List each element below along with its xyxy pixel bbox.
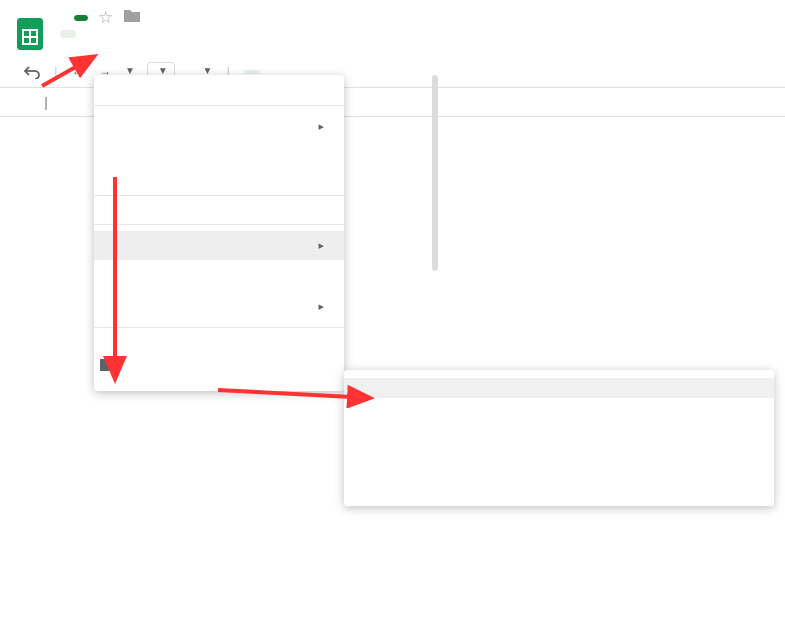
download-csv[interactable] — [344, 458, 774, 478]
sheets-logo-icon[interactable] — [10, 14, 50, 54]
menu-save-as-sheets[interactable] — [94, 202, 344, 218]
download-html[interactable] — [344, 438, 774, 458]
decrease-decimal-button[interactable]: ← — [72, 65, 86, 78]
download-ods[interactable] — [344, 398, 774, 418]
menu-tools[interactable] — [168, 30, 184, 38]
star-icon[interactable]: ☆ — [98, 8, 113, 28]
menu-email-attachment[interactable] — [94, 260, 344, 276]
file-type-badge — [74, 15, 88, 21]
download-tsv[interactable] — [344, 478, 774, 498]
menu-edit[interactable] — [78, 30, 94, 38]
scrollbar-thumb[interactable] — [432, 75, 438, 271]
menu-separator — [94, 224, 344, 225]
chevron-right-icon: ▸ — [318, 239, 324, 252]
menu-insert[interactable] — [114, 30, 130, 38]
menu-help[interactable] — [186, 30, 202, 38]
menu-download[interactable]: ▸ — [94, 231, 344, 260]
folder-move-icon — [100, 358, 118, 375]
menu-move[interactable] — [94, 350, 344, 383]
menu-version-history[interactable]: ▸ — [94, 292, 344, 321]
menu-share[interactable] — [94, 83, 344, 99]
menu-file[interactable] — [60, 30, 76, 38]
bold-button[interactable] — [244, 70, 260, 74]
menu-separator — [94, 105, 344, 106]
menu-rename[interactable] — [94, 334, 344, 350]
download-submenu — [344, 370, 774, 506]
menu-open[interactable] — [94, 141, 344, 157]
menu-data[interactable] — [150, 30, 166, 38]
menu-format[interactable] — [132, 30, 148, 38]
fx-separator: | — [44, 94, 48, 110]
menu-separator — [94, 327, 344, 328]
download-xlsx[interactable] — [344, 378, 774, 398]
menu-new[interactable]: ▸ — [94, 112, 344, 141]
menu-separator — [94, 195, 344, 196]
chevron-right-icon: ▸ — [318, 300, 324, 313]
menu-make-copy[interactable] — [94, 173, 344, 189]
folder-icon[interactable] — [123, 8, 141, 28]
menu-import[interactable] — [94, 157, 344, 173]
chevron-right-icon: ▸ — [318, 120, 324, 133]
menu-view[interactable] — [96, 30, 112, 38]
menu-offline[interactable] — [94, 276, 344, 292]
download-pdf[interactable] — [344, 418, 774, 438]
menu-bar — [60, 28, 775, 38]
toolbar-separator: | — [54, 64, 58, 80]
file-dropdown-menu: ▸ ▸ ▸ — [94, 75, 344, 391]
undo-icon[interactable] — [24, 65, 40, 79]
